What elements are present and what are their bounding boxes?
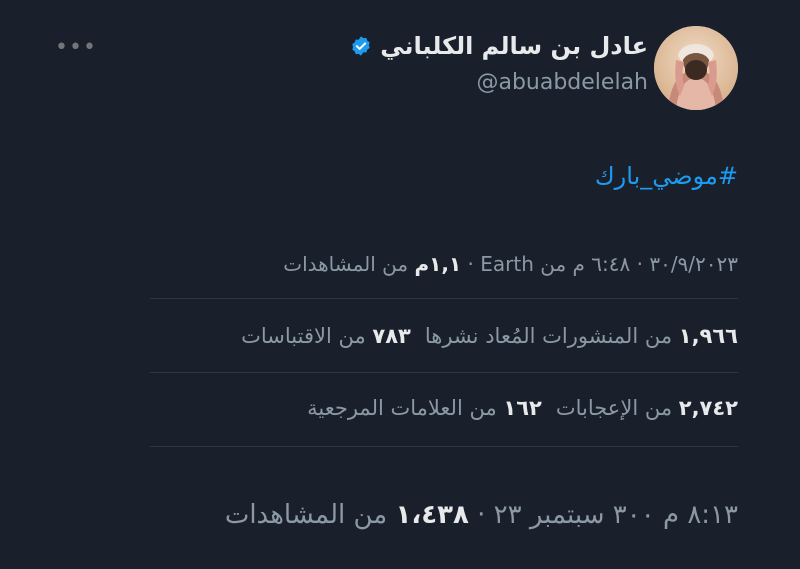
verified-badge-icon [352, 36, 370, 56]
bookmarks-stat[interactable]: ١٦٢ من العلامات المرجعية [307, 396, 542, 420]
tweet-datetime[interactable]: ٣٠/٩/٢٠٢٣ · ٦:٤٨ م من Earth · [461, 252, 739, 276]
divider [150, 298, 738, 299]
overlay-datetime: ٨:١٣ م ٣٠٠ سبتمبر ٢٣ · [468, 500, 738, 530]
like-bookmark-stats: ٢,٧٤٢ من الإعجابات ١٦٢ من العلامات المرجع… [307, 396, 738, 420]
tweet-detail-view: ••• عادل بن سالم الكلباني @abuabdelelah … [0, 0, 800, 569]
avatar[interactable] [654, 26, 738, 110]
tweet-meta: ٣٠/٩/٢٠٢٣ · ٦:٤٨ م من Earth · ١,١م من ال… [283, 252, 738, 276]
tweet-author: عادل بن سالم الكلباني @abuabdelelah [350, 32, 648, 95]
repost-quote-stats: ١,٩٦٦ من المنشورات المُعاد نشرها ٧٨٣ من ا… [241, 324, 738, 348]
views-label: من المشاهدات [283, 252, 415, 276]
quotes-label: من الاقتباسات [241, 324, 373, 348]
likes-count: ٢,٧٤٢ [678, 396, 738, 420]
likes-label: من الإعجابات [555, 396, 679, 420]
likes-stat[interactable]: ٢,٧٤٢ من الإعجابات [556, 396, 738, 420]
bookmarks-count: ١٦٢ [503, 396, 542, 420]
reposts-stat[interactable]: ١,٩٦٦ من المنشورات المُعاد نشرها [425, 324, 738, 348]
reposts-label: من المنشورات المُعاد نشرها [424, 324, 679, 348]
reposts-count: ١,٩٦٦ [678, 324, 738, 348]
author-name-row[interactable]: عادل بن سالم الكلباني [350, 32, 648, 60]
hashtag-link[interactable]: #موضي_بارك [595, 162, 738, 190]
divider [150, 446, 738, 447]
more-options-icon[interactable]: ••• [55, 36, 96, 60]
quotes-stat[interactable]: ٧٨٣ من الاقتباسات [241, 324, 411, 348]
quotes-count: ٧٨٣ [372, 324, 411, 348]
avatar-image [654, 26, 738, 110]
author-handle[interactable]: @abuabdelelah [350, 70, 648, 95]
views-count: ١,١م [414, 252, 462, 276]
bookmarks-label: من العلامات المرجعية [307, 396, 504, 420]
overlay-meta: ٨:١٣ م ٣٠٠ سبتمبر ٢٣ · ١،٤٣٨ من المشاهدا… [225, 500, 738, 530]
divider [150, 372, 738, 373]
overlay-views-count: ١،٤٣٨ [395, 500, 469, 530]
author-name[interactable]: عادل بن سالم الكلباني [380, 32, 648, 60]
overlay-views-label: من المشاهدات [224, 500, 396, 530]
